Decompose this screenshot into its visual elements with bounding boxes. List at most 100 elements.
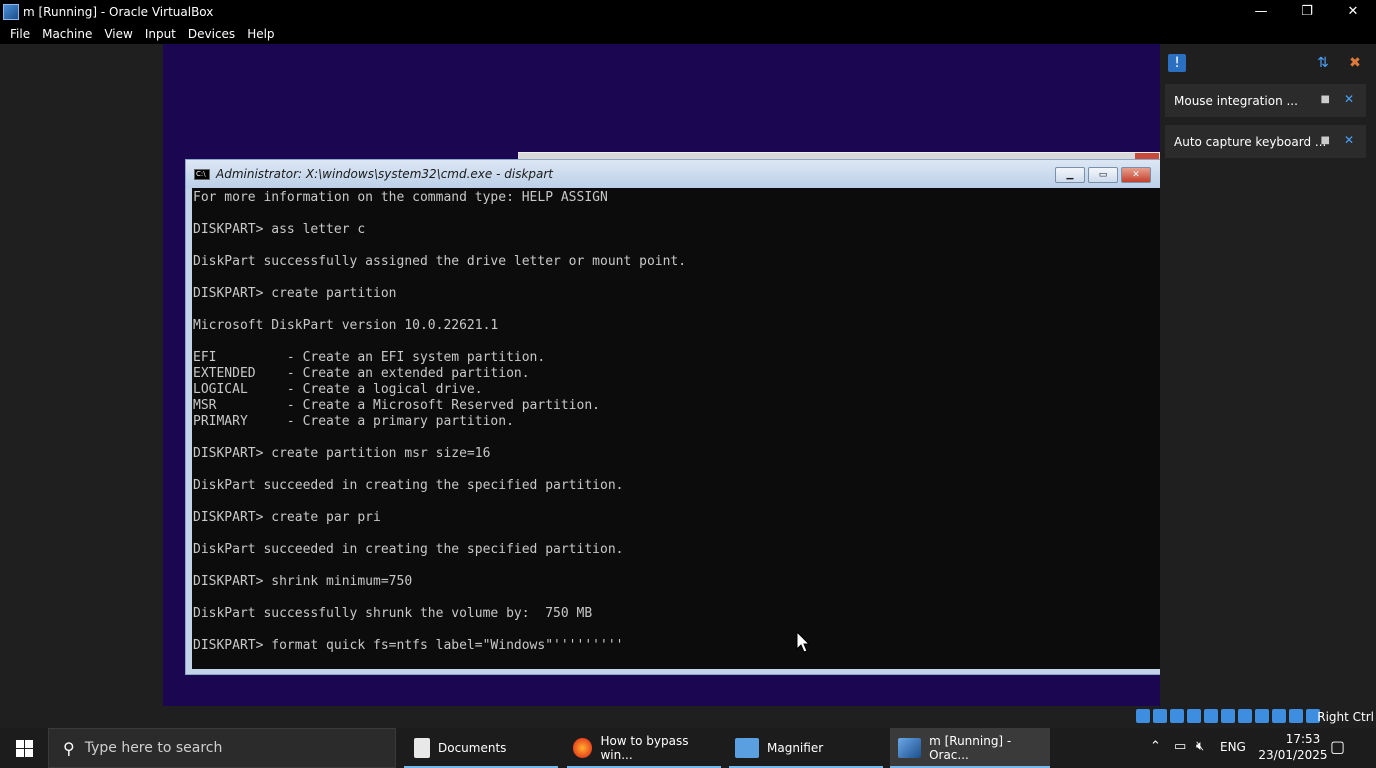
close-notification-icon[interactable]: ✕ [1344, 133, 1354, 147]
console-line: DISKPART> create partition msr size=16 [193, 446, 491, 461]
notification-auto-capture[interactable]: Auto capture keyboard ... ■ ✕ [1165, 125, 1366, 158]
console-line: DiskPart successfully shrunk the volume … [193, 606, 593, 621]
cmd-close-button[interactable]: ✕ [1121, 167, 1151, 183]
menu-bar: File Machine View Input Devices Help [0, 23, 1376, 44]
cmd-titlebar[interactable]: C:\ Administrator: X:\windows\system32\c… [186, 160, 1187, 188]
window-title: m [Running] - Oracle VirtualBox [23, 4, 214, 19]
close-notification-icon[interactable]: ✕ [1344, 92, 1354, 106]
network-icon[interactable] [1187, 709, 1201, 723]
host-key-label: Right Ctrl [1317, 710, 1374, 724]
console-line: Microsoft DiskPart version 10.0.22621.1 [193, 318, 499, 333]
shared-folders-icon[interactable] [1221, 709, 1235, 723]
action-center-icon[interactable]: ▢ [1330, 737, 1345, 756]
restore-button[interactable]: ❐ [1284, 0, 1330, 23]
menu-input[interactable]: Input [139, 27, 182, 41]
vm-status-bar: Right Ctrl [0, 706, 1376, 728]
taskbar-item-label: m [Running] - Orac... [929, 734, 1012, 762]
menu-file[interactable]: File [4, 27, 36, 41]
recording-icon[interactable] [1255, 709, 1269, 723]
console-line: EXTENDED - Create an extended partition. [193, 366, 530, 381]
system-tray: ⌃ ▭ 🔇︎ ENG 17:53 23/01/2025 ▢ [1136, 728, 1376, 768]
windows-logo-icon [15, 739, 33, 757]
taskbar-item-documents[interactable]: Documents [404, 728, 558, 768]
display-icon[interactable] [1238, 709, 1252, 723]
hard-disk-icon[interactable] [1136, 709, 1150, 723]
audio-icon[interactable] [1170, 709, 1184, 723]
firefox-icon [573, 738, 593, 758]
menu-machine[interactable]: Machine [36, 27, 98, 41]
cpu-icon[interactable] [1272, 709, 1286, 723]
menu-devices[interactable]: Devices [182, 27, 241, 41]
taskbar-item-virtualbox[interactable]: m [Running] - Orac... [890, 728, 1050, 768]
cmd-title: Administrator: X:\windows\system32\cmd.e… [216, 167, 554, 181]
cmd-maximize-button[interactable]: ▭ [1088, 167, 1118, 183]
cmd-window[interactable]: C:\ Administrator: X:\windows\system32\c… [185, 159, 1188, 675]
optical-drive-icon[interactable] [1153, 709, 1167, 723]
pin-icon[interactable]: ■ [1321, 94, 1330, 105]
start-button[interactable] [0, 728, 48, 768]
console-line: PRIMARY - Create a primary partition. [193, 414, 514, 429]
clock-time[interactable]: 17:53 [1268, 732, 1338, 746]
sort-icon[interactable]: ⇅ [1314, 54, 1332, 72]
console-line: LOGICAL - Create a logical drive. [193, 382, 483, 397]
taskbar-item-firefox[interactable]: How to bypass win... [567, 728, 721, 768]
taskbar: ⚲ Type here to search Documents How to b… [0, 728, 1376, 768]
console-line: For more information on the command type… [193, 190, 608, 205]
chevron-up-icon[interactable]: ⌃ [1150, 739, 1161, 754]
console-line: DiskPart succeeded in creating the speci… [193, 478, 624, 493]
notification-panel: ! ⇅ ✖ Mouse integration ... ■ ✕ Auto cap… [1160, 44, 1376, 706]
console-line: DISKPART> shrink minimum=750 [193, 574, 413, 589]
virtualbox-icon [3, 3, 19, 20]
taskbar-item-magnifier[interactable]: Magnifier [729, 728, 883, 768]
close-button[interactable]: ✕ [1330, 0, 1376, 23]
mouse-cursor-icon [796, 631, 810, 653]
menu-help[interactable]: Help [241, 27, 280, 41]
pin-icon[interactable]: ■ [1321, 135, 1330, 146]
console-line: DISKPART> ass letter c [193, 222, 366, 237]
taskbar-item-label: How to bypass win... [600, 734, 689, 762]
console-line: DiskPart succeeded in creating the speci… [193, 542, 624, 557]
taskbar-item-label: Magnifier [767, 741, 824, 755]
dismiss-all-icon[interactable]: ✖ [1346, 54, 1364, 72]
notification-text: Auto capture keyboard ... [1174, 134, 1327, 149]
notification-text: Mouse integration ... [1174, 93, 1298, 108]
vm-display-area: C:\ Administrator: X:\windows\system32\c… [0, 44, 1376, 706]
cmd-icon: C:\ [194, 168, 210, 180]
magnifier-icon [735, 738, 759, 758]
taskbar-item-label: Documents [438, 741, 507, 755]
console-line: DISKPART> create partition [193, 286, 397, 301]
search-icon: ⚲ [63, 738, 75, 758]
volume-muted-icon[interactable]: 🔇︎ [1196, 739, 1204, 754]
network-tray-icon[interactable]: ▭ [1174, 739, 1186, 754]
console-output[interactable]: For more information on the command type… [192, 188, 1160, 669]
clock-date[interactable]: 23/01/2025 [1248, 748, 1338, 762]
virtualbox-icon [898, 738, 922, 758]
usb-icon[interactable] [1204, 709, 1218, 723]
minimize-button[interactable]: — [1238, 0, 1284, 23]
mouse-integration-icon[interactable] [1289, 709, 1303, 723]
console-line: MSR - Create a Microsoft Reserved partit… [193, 398, 600, 413]
window-titlebar: m [Running] - Oracle VirtualBox — ❐ ✕ [0, 0, 1376, 23]
console-line: DISKPART> format quick fs=ntfs label="Wi… [193, 638, 624, 653]
language-indicator[interactable]: ENG [1220, 740, 1246, 754]
console-line: DISKPART> create par pri [193, 510, 381, 525]
cmd-minimize-button[interactable]: ▁ [1055, 167, 1085, 183]
taskbar-search[interactable]: ⚲ Type here to search [48, 728, 396, 768]
document-icon [414, 738, 430, 758]
menu-view[interactable]: View [98, 27, 138, 41]
console-line: EFI - Create an EFI system partition. [193, 350, 546, 365]
notification-mouse-integration[interactable]: Mouse integration ... ■ ✕ [1165, 84, 1366, 117]
search-placeholder: Type here to search [84, 740, 223, 756]
notification-center-icon[interactable]: ! [1168, 54, 1186, 72]
